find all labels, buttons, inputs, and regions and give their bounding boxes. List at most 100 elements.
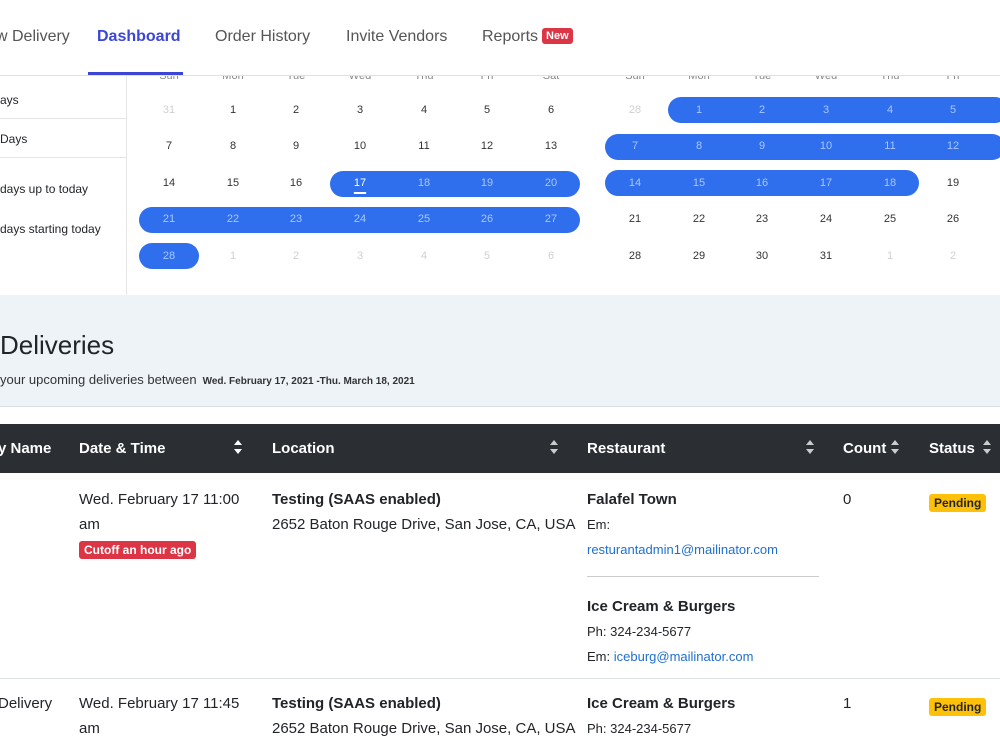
calendar-day[interactable]: 1 [213, 250, 253, 262]
preset-item[interactable]: days starting today [0, 222, 126, 236]
calendar-day[interactable]: 22 [213, 213, 253, 225]
calendar-day[interactable]: 7 [615, 140, 655, 152]
nav-dashboard[interactable]: Dashboard [97, 28, 181, 46]
calendar-day[interactable]: 1 [213, 104, 253, 116]
delivery-date: Wed. February 17 11:45 [79, 695, 240, 712]
calendar-day[interactable]: 6 [531, 104, 571, 116]
col-location-header[interactable]: Location [272, 440, 335, 457]
calendar-day[interactable]: 30 [742, 250, 782, 262]
preset-item[interactable]: days up to today [0, 182, 126, 196]
preset-item[interactable]: Days [0, 132, 126, 146]
calendar-day[interactable]: 15 [679, 177, 719, 189]
calendar-day[interactable]: 25 [870, 213, 910, 225]
new-badge: New [542, 28, 573, 44]
col-name-header[interactable]: y Name [0, 440, 51, 457]
calendar-day[interactable]: 19 [933, 177, 973, 189]
calendar-day[interactable]: 5 [467, 104, 507, 116]
calendar-day[interactable]: 24 [340, 213, 380, 225]
calendar-day[interactable]: 2 [742, 104, 782, 116]
calendar-day[interactable]: 28 [615, 250, 655, 262]
calendar-day[interactable]: 7 [149, 140, 189, 152]
calendar-day[interactable]: 19 [467, 177, 507, 189]
calendar-day[interactable]: 11 [870, 140, 910, 152]
calendar-day[interactable]: 20 [531, 177, 571, 189]
calendar-day[interactable]: 5 [467, 250, 507, 262]
calendar-day[interactable]: 12 [933, 140, 973, 152]
delivery-date-ampm: am [79, 516, 100, 533]
sort-icon[interactable] [549, 438, 559, 456]
calendar-day[interactable]: 21 [149, 213, 189, 225]
calendar-day[interactable]: 18 [404, 177, 444, 189]
nav-order-history[interactable]: Order History [215, 28, 310, 46]
calendar-day[interactable]: 10 [340, 140, 380, 152]
calendar-day[interactable]: 14 [149, 177, 189, 189]
nav-invite-vendors[interactable]: Invite Vendors [346, 28, 447, 46]
restaurant-name-text: Ice Cream & Burgers [587, 598, 736, 615]
calendar-day[interactable]: 13 [531, 140, 571, 152]
calendar-day[interactable]: 14 [615, 177, 655, 189]
calendar-day[interactable]: 11 [404, 140, 444, 152]
preset-item[interactable]: ays [0, 93, 126, 107]
calendar-day[interactable]: 26 [467, 213, 507, 225]
status-badge: Pending [929, 494, 987, 512]
sort-icon[interactable] [890, 438, 900, 456]
restaurant-email-link[interactable]: resturantadmin1@mailinator.com [587, 537, 778, 562]
calendar-day[interactable]: 10 [806, 140, 846, 152]
col-status-header[interactable]: Status [929, 440, 975, 457]
restaurant-email-link[interactable]: iceburg@mailinator.com [614, 649, 754, 664]
calendar-day[interactable]: 16 [742, 177, 782, 189]
weekday-label: Wed [348, 76, 372, 82]
calendar-day[interactable]: 17 [806, 177, 846, 189]
calendar-day[interactable]: 3 [806, 104, 846, 116]
calendar-day[interactable]: 2 [276, 250, 316, 262]
calendar-day[interactable]: 9 [276, 140, 316, 152]
calendar-day[interactable]: 24 [806, 213, 846, 225]
top-nav: w Delivery Dashboard Order History Invit… [0, 0, 1000, 76]
calendar-day[interactable]: 31 [806, 250, 846, 262]
calendar-day[interactable]: 29 [679, 250, 719, 262]
calendar-day[interactable]: 9 [742, 140, 782, 152]
weekday-label: Mon [222, 76, 244, 82]
calendar-day[interactable]: 4 [404, 104, 444, 116]
calendar-day[interactable]: 26 [933, 213, 973, 225]
col-restaurant-header[interactable]: Restaurant [587, 440, 665, 457]
calendar-day[interactable]: 22 [679, 213, 719, 225]
col-count-header[interactable]: Count [843, 440, 886, 457]
calendar-day[interactable]: 4 [870, 104, 910, 116]
calendar-day[interactable]: 3 [340, 250, 380, 262]
calendar-day[interactable]: 21 [615, 213, 655, 225]
calendar-day[interactable]: 28 [149, 250, 189, 262]
calendar-day[interactable]: 12 [467, 140, 507, 152]
sort-icon[interactable] [982, 438, 992, 456]
calendar-day[interactable]: 25 [404, 213, 444, 225]
calendar-day[interactable]: 31 [149, 104, 189, 116]
calendar-day[interactable]: 8 [679, 140, 719, 152]
calendar-day[interactable]: 16 [276, 177, 316, 189]
calendar-day[interactable]: 2 [276, 104, 316, 116]
calendar-day[interactable]: 28 [615, 104, 655, 116]
col-date-header[interactable]: Date & Time [79, 440, 165, 457]
calendar-day[interactable]: 17 [340, 177, 380, 189]
nav-new-delivery[interactable]: w Delivery [0, 28, 70, 46]
calendar-day[interactable]: 3 [340, 104, 380, 116]
calendar-day[interactable]: 6 [531, 250, 571, 262]
calendar-day[interactable]: 15 [213, 177, 253, 189]
calendar-day[interactable]: 1 [870, 250, 910, 262]
calendar-day[interactable]: 5 [933, 104, 973, 116]
sort-icon[interactable] [233, 438, 243, 456]
calendar-day[interactable]: 23 [742, 213, 782, 225]
restaurant-phone: Ph: 324-234-5677 [587, 624, 692, 639]
cutoff-badge: Cutoff an hour ago [79, 541, 197, 559]
calendar-day[interactable]: 4 [404, 250, 444, 262]
calendar-day[interactable]: 2 [933, 250, 973, 262]
calendar-day[interactable]: 18 [870, 177, 910, 189]
calendar-day[interactable]: 1 [679, 104, 719, 116]
calendar-day[interactable]: 27 [531, 213, 571, 225]
calendar-day[interactable]: 23 [276, 213, 316, 225]
location-address: 2652 Baton Rouge Drive, San Jose, CA, US… [272, 720, 576, 737]
cutoff-badge-container: Cutoff an hour ago [79, 537, 197, 562]
nav-reports[interactable]: Reports New [482, 28, 573, 46]
row-divider [0, 678, 1000, 679]
sort-icon[interactable] [805, 438, 815, 456]
calendar-day[interactable]: 8 [213, 140, 253, 152]
